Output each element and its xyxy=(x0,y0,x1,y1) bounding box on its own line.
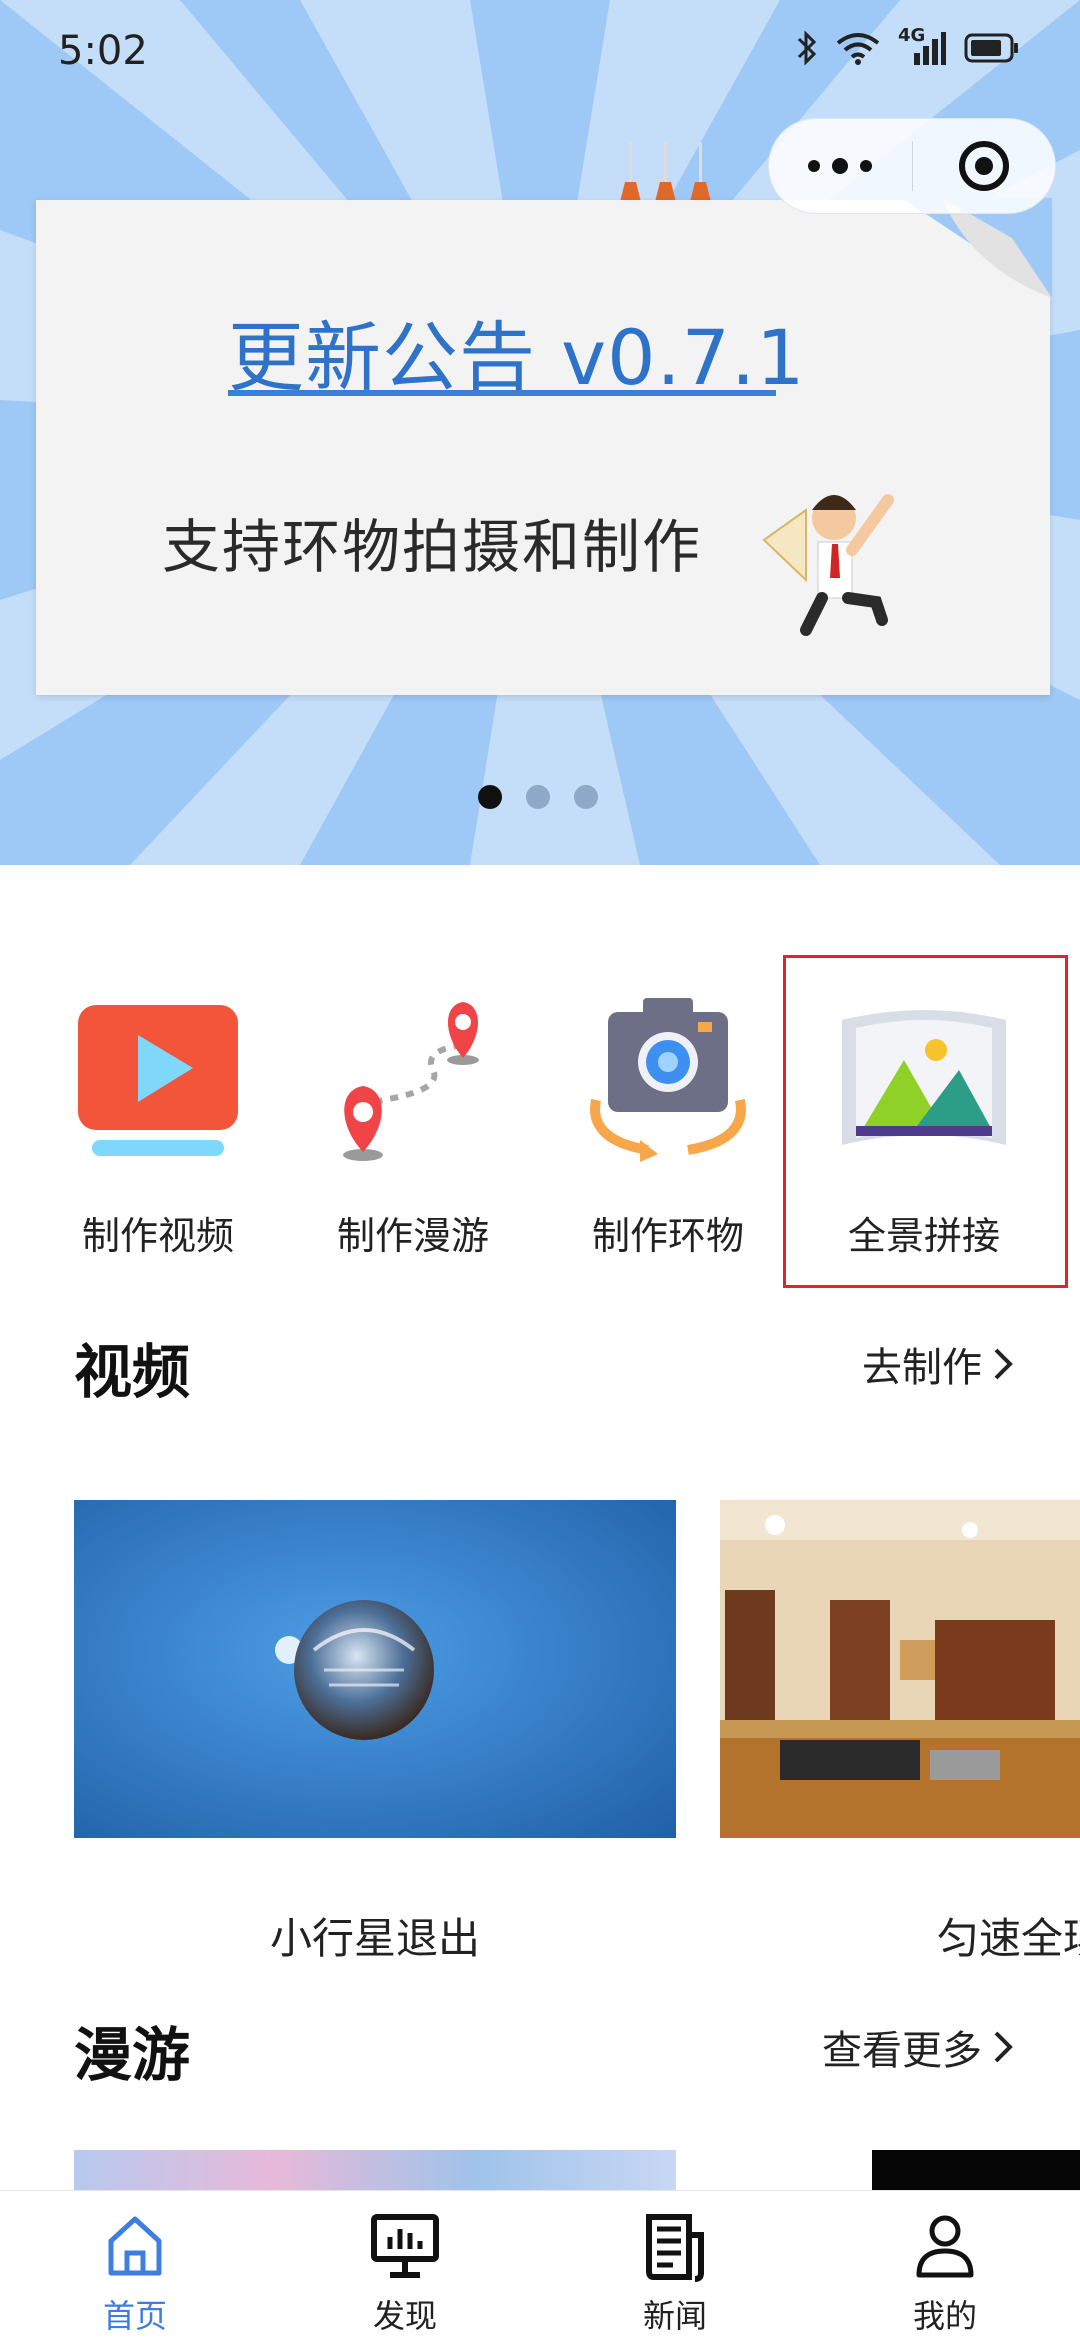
carousel-dot-3[interactable] xyxy=(574,785,598,809)
status-bar: 5:02 4G xyxy=(0,0,1080,110)
more-dots-icon xyxy=(808,160,821,172)
close-button[interactable] xyxy=(913,118,1056,214)
more-dots-icon-right xyxy=(860,160,873,172)
tour-card[interactable] xyxy=(74,2150,676,2190)
megaphone-man-illustration xyxy=(762,494,894,636)
entry-label: 制作环物 xyxy=(591,1214,744,1258)
target-circle-icon xyxy=(958,141,1009,191)
entry-label: 制作视频 xyxy=(81,1214,234,1258)
entry-make-video[interactable]: 制作视频 xyxy=(48,960,268,1260)
video-card[interactable]: 匀速全玚 xyxy=(720,1500,1080,1963)
video-section-header: 视频 去制作 xyxy=(74,1325,1014,1406)
video-caption: 匀速全玚 xyxy=(936,1914,1080,1963)
map-route-pin-icon xyxy=(343,1002,479,1161)
entry-label: 制作漫游 xyxy=(336,1214,489,1258)
tour-section-header: 漫游 查看更多 xyxy=(74,2008,1014,2089)
home-icon xyxy=(108,2216,162,2276)
tab-me[interactable]: 我的 xyxy=(810,2191,1080,2340)
tab-label: 新闻 xyxy=(642,2297,707,2335)
chevron-right-icon xyxy=(994,2031,1013,2063)
video-thumbnail xyxy=(720,1500,1080,1838)
announcement-subtitle: 支持环物拍摄和制作 xyxy=(162,513,703,581)
announcement-underline xyxy=(228,390,776,396)
tab-label: 发现 xyxy=(372,2297,437,2335)
video-caption: 小行星退出 xyxy=(269,1914,480,1963)
highlight-outline xyxy=(783,955,1068,1288)
carousel-indicators xyxy=(478,785,598,809)
banner[interactable]: 5:02 4G 更新公告 v0.7.1 支持环物拍摄和制作 xyxy=(0,0,1080,865)
entry-make-object[interactable]: 制作环物 xyxy=(558,960,778,1260)
video-card[interactable]: 小行星退出 xyxy=(74,1500,676,1963)
tab-label: 我的 xyxy=(912,2297,977,2335)
user-profile-icon xyxy=(916,2215,974,2278)
tab-discover[interactable]: 发现 xyxy=(270,2191,540,2340)
view-more-link[interactable]: 查看更多 xyxy=(822,2018,1014,2076)
bluetooth-icon xyxy=(796,30,818,70)
tab-bar: 首页 发现 新闻 我的 xyxy=(0,2190,1080,2340)
wifi-icon xyxy=(836,31,880,69)
video-thumbnail xyxy=(74,1500,676,1838)
go-create-link[interactable]: 去制作 xyxy=(862,1335,1014,1393)
camera-rotate-icon xyxy=(590,998,746,1162)
tour-list xyxy=(74,2150,1080,2190)
announcement-card: 更新公告 v0.7.1 支持环物拍摄和制作 xyxy=(36,198,1052,695)
section-title: 视频 xyxy=(74,1338,191,1406)
monitor-chart-icon xyxy=(371,2214,439,2278)
tab-news[interactable]: 新闻 xyxy=(540,2191,810,2340)
video-list: 小行星退出 匀速全玚 xyxy=(74,1500,1080,1980)
carousel-dot-2[interactable] xyxy=(526,785,550,809)
news-document-icon xyxy=(646,2214,704,2282)
view-more-label: 查看更多 xyxy=(822,2028,982,2074)
battery-icon xyxy=(964,33,1020,67)
tour-card[interactable] xyxy=(872,2150,1080,2190)
status-icons: 4G xyxy=(796,25,1020,70)
go-create-label: 去制作 xyxy=(862,1345,982,1391)
mini-program-capsule xyxy=(768,118,1056,214)
video-play-icon xyxy=(78,1005,238,1156)
status-time: 5:02 xyxy=(58,28,148,74)
tab-home[interactable]: 首页 xyxy=(0,2191,270,2340)
more-dots-icon-center xyxy=(832,158,849,174)
tab-label: 首页 xyxy=(102,2297,167,2335)
more-button[interactable] xyxy=(769,118,912,214)
carousel-dot-1[interactable] xyxy=(478,785,502,809)
chevron-right-icon xyxy=(994,1348,1013,1380)
signal-icon: 4G xyxy=(898,25,946,69)
section-title: 漫游 xyxy=(74,2021,191,2089)
entry-make-tour[interactable]: 制作漫游 xyxy=(303,960,523,1260)
